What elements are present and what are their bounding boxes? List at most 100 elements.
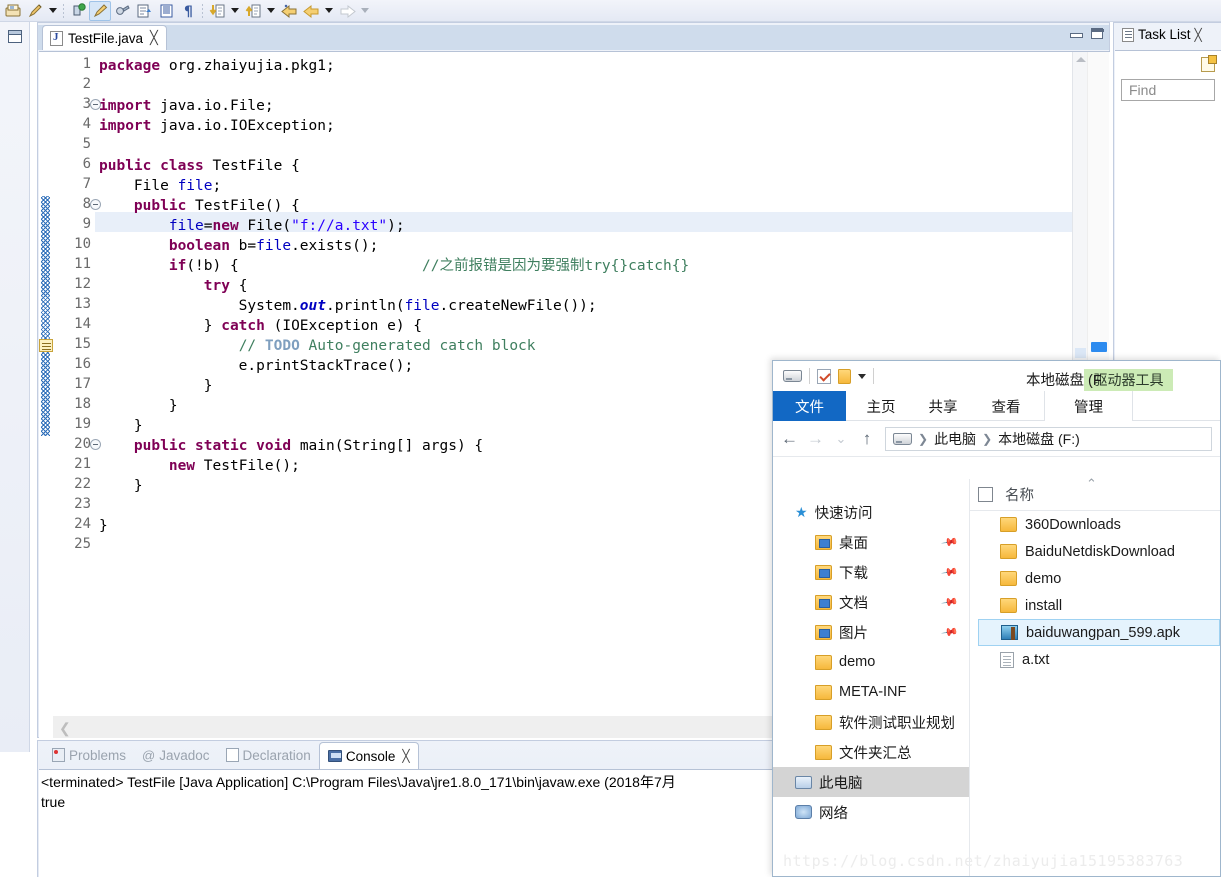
- task-list-tab[interactable]: Task List ╳: [1114, 23, 1221, 42]
- file-list-row[interactable]: 360Downloads: [970, 511, 1220, 538]
- code-line[interactable]: }: [99, 376, 213, 396]
- last-edit-location-icon[interactable]: [278, 1, 300, 21]
- address-input[interactable]: ❯ 此电脑 ❯ 本地磁盘 (F:): [885, 426, 1212, 451]
- pin-icon[interactable]: 📌: [941, 563, 960, 582]
- ribbon-tab-share[interactable]: 共享: [918, 391, 968, 421]
- file-list-row[interactable]: a.txt: [970, 646, 1220, 673]
- code-line[interactable]: import java.io.File;: [99, 96, 274, 116]
- file-list-row[interactable]: baiduwangpan_599.apk: [978, 619, 1220, 646]
- nav-item-label: 文件夹汇总: [839, 745, 912, 762]
- code-line[interactable]: try {: [99, 276, 248, 296]
- nav-item-folder[interactable]: META-INF: [773, 677, 969, 707]
- ribbon-tab-manage[interactable]: 管理: [1044, 391, 1133, 421]
- run-icon[interactable]: [89, 0, 111, 21]
- code-line[interactable]: new TestFile();: [99, 456, 300, 476]
- open-type-icon[interactable]: [133, 1, 155, 21]
- forward-icon[interactable]: →: [807, 429, 824, 449]
- external-tools-icon[interactable]: [111, 1, 133, 21]
- code-line[interactable]: public TestFile() {: [99, 196, 300, 216]
- chevron-up-icon[interactable]: [1076, 57, 1086, 62]
- nav-item-folder-documents[interactable]: 文档 📌: [773, 587, 969, 617]
- pin-icon[interactable]: 📌: [941, 593, 960, 612]
- nav-item-folder-desktop[interactable]: 桌面 📌: [773, 527, 969, 557]
- code-line[interactable]: }: [99, 396, 178, 416]
- nav-item-this-pc[interactable]: 此电脑: [773, 767, 969, 797]
- breadcrumb-local-disk-f[interactable]: 本地磁盘 (F:): [998, 429, 1080, 449]
- up-icon[interactable]: ↑: [859, 429, 875, 449]
- code-line[interactable]: // TODO Auto-generated catch block: [99, 336, 536, 356]
- todo-task-marker[interactable]: [39, 339, 53, 352]
- tab-console[interactable]: Console ╳: [318, 742, 419, 769]
- code-line[interactable]: }: [99, 416, 143, 436]
- code-line[interactable]: } catch (IOException e) {: [99, 316, 422, 336]
- open-task-icon[interactable]: [155, 1, 177, 21]
- code-line[interactable]: }: [99, 476, 143, 496]
- nav-item-folder[interactable]: 文件夹汇总: [773, 737, 969, 767]
- file-list-pane[interactable]: 名称 ⌃ 360Downloads BaiduNetdiskDownload dem…: [970, 476, 1220, 876]
- nav-item-folder-downloads[interactable]: 下载 📌: [773, 557, 969, 587]
- file-list-row[interactable]: install: [970, 592, 1220, 619]
- nav-item-folder[interactable]: 软件测试职业规划: [773, 707, 969, 737]
- nav-item-folder-pictures[interactable]: 图片 📌: [773, 617, 969, 647]
- file-list-row[interactable]: demo: [970, 565, 1220, 592]
- navigation-pane[interactable]: ★ 快速访问 桌面 📌 下载 📌 文档 📌 图片 📌 demo META-INF 软件测试职业规划文件夹…: [773, 479, 970, 876]
- save-icon[interactable]: [2, 1, 24, 21]
- code-line[interactable]: boolean b=file.exists();: [99, 236, 379, 256]
- chevron-left-icon[interactable]: ❮: [59, 720, 71, 737]
- code-line[interactable]: public static void main(String[] args) {: [99, 436, 483, 456]
- nav-item-folder[interactable]: demo: [773, 647, 969, 677]
- chevron-down-icon[interactable]: [858, 373, 866, 379]
- code-line[interactable]: import java.io.IOException;: [99, 116, 335, 136]
- close-icon[interactable]: ╳: [150, 30, 158, 46]
- pin-icon[interactable]: 📌: [941, 623, 960, 642]
- dropdown-arrow-icon[interactable]: [264, 1, 278, 21]
- next-annotation-icon[interactable]: [206, 1, 228, 21]
- breadcrumb-this-pc[interactable]: 此电脑: [934, 429, 976, 449]
- close-icon[interactable]: ╳: [1195, 28, 1202, 42]
- new-folder-icon[interactable]: [838, 368, 851, 384]
- dropdown-arrow-icon[interactable]: [358, 1, 372, 21]
- pen-icon[interactable]: [24, 1, 46, 21]
- maximize-icon[interactable]: [1091, 28, 1104, 39]
- properties-icon[interactable]: [817, 368, 831, 384]
- select-all-checkbox[interactable]: [978, 487, 993, 502]
- editor-tab-testfile-java[interactable]: TestFile.java ╳: [42, 25, 167, 50]
- pin-icon[interactable]: 📌: [941, 533, 960, 552]
- dropdown-arrow-icon[interactable]: [228, 1, 242, 21]
- code-line[interactable]: public class TestFile {: [99, 156, 300, 176]
- column-header-name[interactable]: 名称: [1005, 484, 1034, 505]
- ribbon-tab-file[interactable]: 文件: [773, 391, 846, 421]
- close-icon[interactable]: ╳: [402, 749, 409, 763]
- nav-item-star[interactable]: ★ 快速访问: [773, 497, 969, 527]
- nav-item-network[interactable]: 网络: [773, 797, 969, 827]
- code-line[interactable]: file=new File("f://a.txt");: [99, 216, 405, 236]
- code-line[interactable]: if(!b) { //之前报错是因为要强制try{}catch{}: [99, 256, 689, 276]
- dropdown-arrow-icon[interactable]: [46, 1, 60, 21]
- minimize-icon[interactable]: [1070, 29, 1083, 38]
- previous-annotation-icon[interactable]: [242, 1, 264, 21]
- annotation-column[interactable]: [39, 52, 53, 717]
- forward-icon[interactable]: [336, 1, 358, 21]
- paragraph-icon[interactable]: ¶: [177, 1, 199, 21]
- tab-declaration[interactable]: Declaration: [218, 742, 319, 768]
- file-list-row[interactable]: BaiduNetdiskDownload: [970, 538, 1220, 565]
- debug-icon[interactable]: [67, 1, 89, 21]
- back-icon[interactable]: ←: [781, 429, 798, 449]
- code-line[interactable]: System.out.println(file.createNewFile())…: [99, 296, 597, 316]
- restore-view-icon[interactable]: [7, 30, 22, 43]
- code-line[interactable]: File file;: [99, 176, 221, 196]
- recent-locations-icon[interactable]: ⌄: [833, 431, 849, 447]
- file-list[interactable]: 360Downloads BaiduNetdiskDownload demo inst…: [970, 511, 1220, 673]
- code-line[interactable]: package org.zhaiyujia.pkg1;: [99, 56, 335, 76]
- task-find-input[interactable]: Find: [1121, 79, 1215, 101]
- tab-javadoc[interactable]: @ Javadoc: [134, 742, 218, 768]
- scrollbar-thumb[interactable]: [1091, 342, 1107, 352]
- new-task-icon[interactable]: [1201, 55, 1217, 72]
- code-line[interactable]: }: [99, 516, 108, 536]
- code-line[interactable]: e.printStackTrace();: [99, 356, 414, 376]
- dropdown-arrow-icon[interactable]: [322, 1, 336, 21]
- tab-problems[interactable]: Problems: [44, 742, 134, 768]
- back-icon[interactable]: [300, 1, 322, 21]
- ribbon-tab-view[interactable]: 查看: [981, 391, 1031, 421]
- ribbon-tab-home[interactable]: 主页: [856, 391, 906, 421]
